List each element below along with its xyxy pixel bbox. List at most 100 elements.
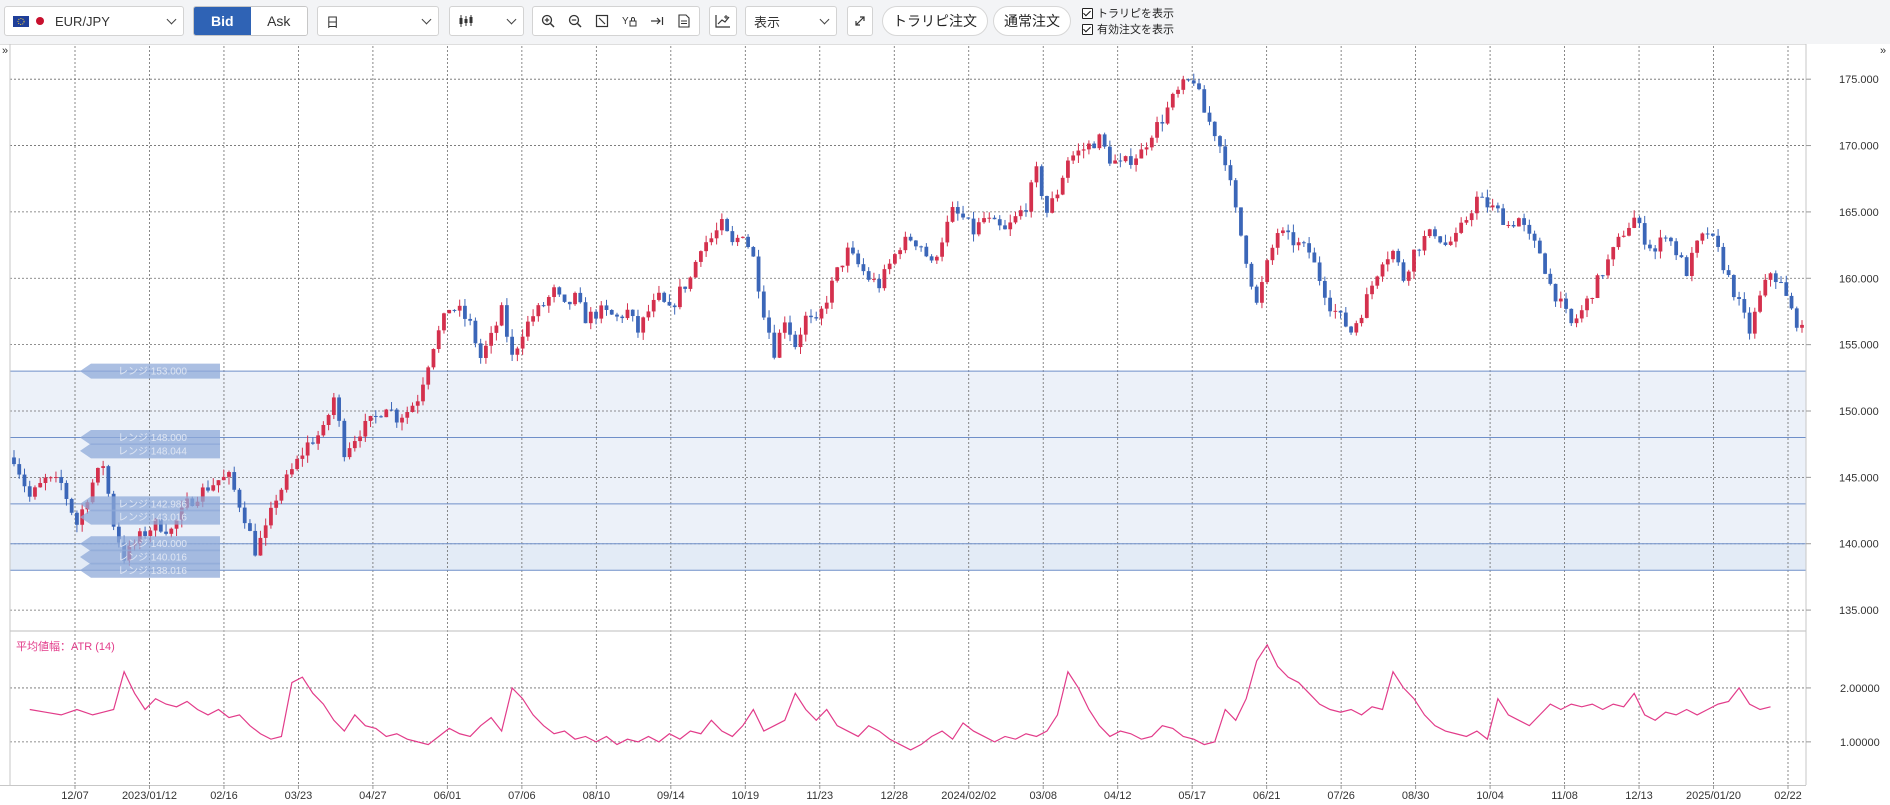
- time-tick-label: 03/08: [1029, 790, 1057, 802]
- candle-body: [641, 317, 646, 333]
- price-axis[interactable]: 135.000 140.000 145.000 150.000 155.000 160.0…: [1805, 44, 1890, 785]
- candle-body: [735, 237, 740, 243]
- candle-body: [782, 322, 787, 333]
- candle-body: [1705, 233, 1710, 235]
- price-chart[interactable]: レンジ 153.000 レンジ 148.000 レンジ 148.044 レンジ 142…: [0, 44, 1890, 805]
- candle-body: [1102, 134, 1107, 147]
- candle-body: [33, 487, 37, 497]
- candle-body: [1087, 143, 1091, 150]
- candle-body: [1642, 223, 1647, 245]
- candle-body: [1380, 264, 1385, 277]
- candle-body: [1212, 121, 1217, 137]
- candle-body: [851, 247, 855, 254]
- time-tick-label: 2023/01/12: [122, 790, 177, 802]
- candle-body: [541, 305, 546, 307]
- normal-order-button[interactable]: 通常注文: [993, 6, 1071, 36]
- candle-body: [1039, 166, 1044, 197]
- candle-body: [982, 218, 986, 223]
- candle-body: [1669, 237, 1673, 242]
- candle-body: [1207, 112, 1212, 122]
- symbol-select[interactable]: EUR/JPY: [4, 6, 184, 36]
- candle-body: [1621, 235, 1626, 237]
- candle-body: [809, 315, 813, 318]
- indicator-button[interactable]: [709, 6, 737, 36]
- candle-body: [667, 301, 672, 306]
- candle-body: [1516, 218, 1521, 227]
- zoom-out-icon[interactable]: [563, 8, 587, 34]
- candle-body: [499, 305, 504, 326]
- fullscreen-button[interactable]: [847, 6, 873, 36]
- candlestick-icon: [459, 15, 473, 27]
- candle-body: [1758, 295, 1762, 312]
- candle-body: [310, 442, 315, 444]
- candle-body: [1343, 312, 1348, 327]
- document-icon[interactable]: [672, 8, 696, 34]
- candle-body: [1286, 230, 1291, 233]
- candle-body: [321, 424, 326, 436]
- candle-body: [1134, 158, 1138, 165]
- candle-body: [96, 467, 100, 483]
- candle-body: [1632, 217, 1637, 228]
- candle-body: [1281, 230, 1285, 234]
- candle-body: [216, 480, 221, 486]
- candle-body: [772, 332, 777, 358]
- candle-body: [1013, 216, 1018, 223]
- candle-body: [1144, 147, 1149, 150]
- candle-body: [636, 316, 640, 333]
- candle-body: [929, 256, 934, 261]
- candle-body: [1118, 160, 1123, 162]
- ask-button[interactable]: Ask: [250, 7, 307, 35]
- candle-body: [1401, 262, 1406, 281]
- timeframe-select[interactable]: 日: [317, 6, 439, 36]
- fit-screen-icon[interactable]: [590, 8, 614, 34]
- y-axis-lock-icon[interactable]: Y: [618, 8, 642, 34]
- candle-body: [148, 530, 153, 536]
- price-tick-label: 165.000: [1839, 207, 1879, 219]
- range-tag-label: レンジ 148.000: [118, 433, 187, 444]
- candle-body: [1721, 246, 1726, 271]
- display-select[interactable]: 表示: [745, 6, 837, 36]
- candle-body: [1490, 205, 1495, 208]
- candle-body: [945, 221, 950, 243]
- price-tick-label: 135.000: [1839, 605, 1879, 617]
- candle-body: [253, 530, 258, 556]
- bid-ask-toggle: Bid Ask: [193, 6, 308, 36]
- candle-body: [316, 435, 321, 444]
- candle-body: [704, 242, 709, 252]
- candle-body: [798, 334, 803, 348]
- candle-body: [1265, 260, 1270, 283]
- chart-type-select[interactable]: [449, 6, 524, 36]
- candle-body: [1768, 273, 1773, 280]
- atr-tick-label: 1.00000: [1840, 737, 1880, 749]
- candle-body: [1391, 250, 1395, 260]
- candle-body: [835, 267, 840, 281]
- candle-body: [337, 397, 341, 421]
- time-axis[interactable]: 12/07 2023/01/12 02/16 03/23 04/27 06/01 07/06…: [0, 785, 1890, 805]
- candle-body: [106, 466, 111, 494]
- candle-body: [1627, 227, 1631, 236]
- candle-body: [788, 322, 792, 335]
- display-label: 表示: [754, 14, 781, 30]
- time-tick-label: 04/27: [359, 790, 387, 802]
- candle-body: [1522, 218, 1526, 225]
- zoom-in-icon[interactable]: [536, 8, 560, 34]
- candle-body: [877, 278, 882, 289]
- candle-body: [352, 441, 357, 449]
- trarip-order-button[interactable]: トラリピ注文: [882, 6, 988, 36]
- range-tag: レンジ 138.016: [80, 562, 220, 578]
- candle-body: [1406, 271, 1411, 281]
- candle-body: [525, 321, 530, 337]
- show-active-orders-checkbox[interactable]: 有効注文を表示: [1082, 21, 1174, 37]
- candle-body: [1742, 299, 1747, 313]
- candle-body: [1322, 280, 1327, 298]
- candle-body: [473, 320, 478, 344]
- candle-body: [604, 305, 609, 310]
- time-tick-label: 08/30: [1402, 790, 1430, 802]
- candle-body: [1317, 262, 1322, 281]
- candle-body: [976, 222, 981, 235]
- candle-body: [242, 507, 247, 524]
- chart-tools-group: Y: [532, 6, 700, 36]
- jump-to-latest-icon[interactable]: [645, 8, 669, 34]
- bid-button[interactable]: Bid: [194, 7, 251, 35]
- show-trarip-checkbox[interactable]: トラリピを表示: [1082, 5, 1174, 21]
